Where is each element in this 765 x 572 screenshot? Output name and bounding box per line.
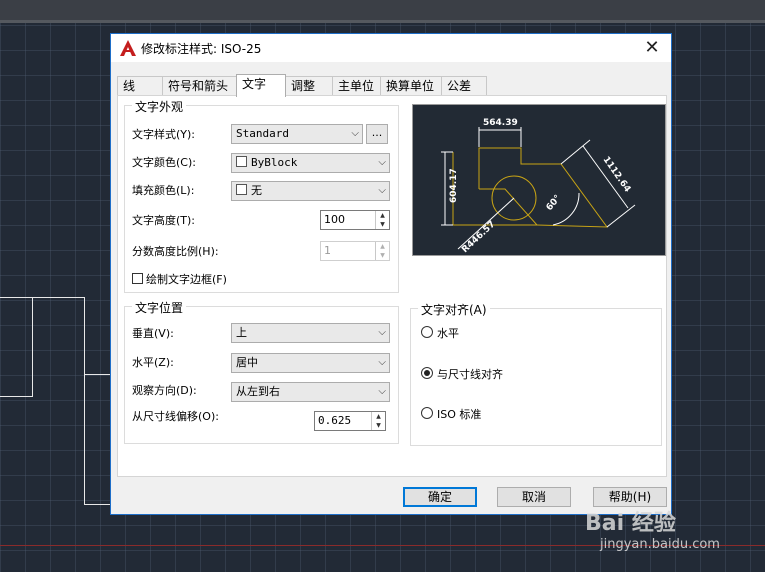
spinner-buttons: ▲ ▼ <box>375 211 389 229</box>
cad-line <box>84 297 85 505</box>
chevron-down-icon: ⌵ <box>378 357 386 368</box>
cad-line <box>32 297 33 396</box>
spin-up-icon[interactable]: ▲ <box>376 242 389 251</box>
text-style-value: Standard <box>236 127 289 140</box>
chevron-down-icon: ⌵ <box>378 185 386 196</box>
vertical-label: 垂直(V): <box>132 327 174 340</box>
text-tab-page: 文字外观 文字样式(Y): Standard ⌵ ... 文字颜色(C): By… <box>117 95 667 477</box>
fraction-height-scale-label: 分数高度比例(H): <box>132 245 219 258</box>
preview-dim-top: 564.39 <box>483 118 518 128</box>
tab-primary-units[interactable]: 主单位 <box>332 76 381 95</box>
spin-down-icon[interactable]: ▼ <box>376 220 389 229</box>
view-direction-label: 观察方向(D): <box>132 384 197 397</box>
baidu-watermark-url: jingyan.baidu.com <box>600 537 720 552</box>
cad-line <box>32 297 84 298</box>
alignment-aligned-label: 与尺寸线对齐 <box>437 368 503 381</box>
offset-from-dim-line-label: 从尺寸线偏移(O): <box>132 410 219 423</box>
chevron-down-icon: ⌵ <box>378 157 386 168</box>
dialog-title: 修改标注样式: ISO-25 <box>141 42 262 56</box>
alignment-horizontal-radio[interactable] <box>421 326 433 338</box>
color-swatch-icon <box>236 156 247 167</box>
chevron-down-icon: ⌵ <box>351 128 359 139</box>
fill-color-dropdown[interactable]: 无 ⌵ <box>231 181 390 201</box>
view-direction-value: 从左到右 <box>236 385 280 398</box>
dialog-titlebar: 修改标注样式: ISO-25 ✕ <box>111 34 671 62</box>
horizontal-label: 水平(Z): <box>132 356 174 369</box>
vertical-dropdown[interactable]: 上 ⌵ <box>231 323 390 343</box>
text-style-browse-button[interactable]: ... <box>366 124 388 144</box>
draw-text-frame-label: 绘制文字边框(F) <box>146 273 227 286</box>
preview-dim-angle: 60° <box>545 193 564 212</box>
fill-color-label: 填充颜色(L): <box>132 184 195 197</box>
text-height-spinner[interactable]: 100 ▲ ▼ <box>320 210 390 230</box>
preview-dim-right: 1112.64 <box>601 155 633 194</box>
text-height-value: 100 <box>324 213 345 226</box>
fraction-height-scale-spinner[interactable]: 1 ▲ ▼ <box>320 241 390 261</box>
spinner-buttons: ▲ ▼ <box>375 242 389 260</box>
autocad-app-icon <box>120 40 136 56</box>
text-color-dropdown[interactable]: ByBlock ⌵ <box>231 153 390 173</box>
preview-dim-left: 604.17 <box>449 168 459 203</box>
spin-up-icon[interactable]: ▲ <box>376 211 389 220</box>
text-style-label: 文字样式(Y): <box>132 128 196 141</box>
fraction-height-scale-value: 1 <box>324 244 331 257</box>
cad-line <box>84 374 110 375</box>
alignment-iso-label: ISO 标准 <box>437 408 482 421</box>
text-placement-group: 文字位置 垂直(V): 上 ⌵ 水平(Z): 居中 ⌵ 观察方向(D): 从左到… <box>124 299 399 444</box>
cancel-button[interactable]: 取消 <box>497 487 571 507</box>
text-color-label: 文字颜色(C): <box>132 156 196 169</box>
text-color-value: ByBlock <box>251 156 298 169</box>
tab-tolerances[interactable]: 公差 <box>441 76 487 95</box>
horizontal-value: 居中 <box>236 356 258 369</box>
spin-down-icon[interactable]: ▼ <box>372 421 385 430</box>
fill-color-value: 无 <box>251 184 262 197</box>
tab-text[interactable]: 文字 <box>236 74 286 97</box>
chevron-down-icon: ⌵ <box>378 327 386 338</box>
alignment-horizontal-label: 水平 <box>437 327 459 340</box>
tab-lines[interactable]: 线 <box>117 76 163 95</box>
offset-from-dim-line-value: 0.625 <box>318 414 352 427</box>
text-alignment-title: 文字对齐(A) <box>418 301 490 318</box>
cad-line <box>0 396 33 397</box>
spin-up-icon[interactable]: ▲ <box>372 412 385 421</box>
text-alignment-group: 文字对齐(A) 水平 与尺寸线对齐 ISO 标准 <box>410 301 662 446</box>
color-swatch-icon <box>236 184 247 195</box>
close-button[interactable]: ✕ <box>641 37 663 59</box>
spin-down-icon[interactable]: ▼ <box>376 251 389 260</box>
tab-alternate-units[interactable]: 换算单位 <box>380 76 442 95</box>
tab-symbols-arrows[interactable]: 符号和箭头 <box>162 76 237 95</box>
text-height-label: 文字高度(T): <box>132 214 196 227</box>
alignment-aligned-radio[interactable] <box>421 367 433 379</box>
alignment-iso-radio[interactable] <box>421 407 433 419</box>
draw-text-frame-checkbox[interactable] <box>132 273 143 284</box>
help-button[interactable]: 帮助(H) <box>593 487 667 507</box>
spinner-buttons: ▲ ▼ <box>371 412 385 430</box>
chevron-down-icon: ⌵ <box>378 386 386 397</box>
view-direction-dropdown[interactable]: 从左到右 ⌵ <box>231 382 390 402</box>
ok-button[interactable]: 确定 <box>403 487 477 507</box>
tab-fit[interactable]: 调整 <box>285 76 333 95</box>
cad-line <box>0 297 32 298</box>
text-appearance-title: 文字外观 <box>132 98 187 115</box>
text-placement-title: 文字位置 <box>132 299 187 316</box>
offset-from-dim-line-spinner[interactable]: 0.625 ▲ ▼ <box>314 411 386 431</box>
preview-drawing: 564.39 604.17 1112.64 60° R446.57 <box>441 118 636 255</box>
dimension-preview: 564.39 604.17 1112.64 60° R446.57 <box>412 104 666 256</box>
horizontal-dropdown[interactable]: 居中 ⌵ <box>231 353 390 373</box>
baidu-watermark-logo: Bai 经验 <box>585 511 676 536</box>
cad-line <box>84 504 110 505</box>
cad-toolbar-strip <box>0 0 765 23</box>
vertical-value: 上 <box>236 326 247 339</box>
modify-dimension-style-dialog: 修改标注样式: ISO-25 ✕ 线 符号和箭头 文字 调整 主单位 换算单位 … <box>110 33 672 515</box>
text-style-dropdown[interactable]: Standard ⌵ <box>231 124 363 144</box>
text-appearance-group: 文字外观 文字样式(Y): Standard ⌵ ... 文字颜色(C): By… <box>124 98 399 293</box>
